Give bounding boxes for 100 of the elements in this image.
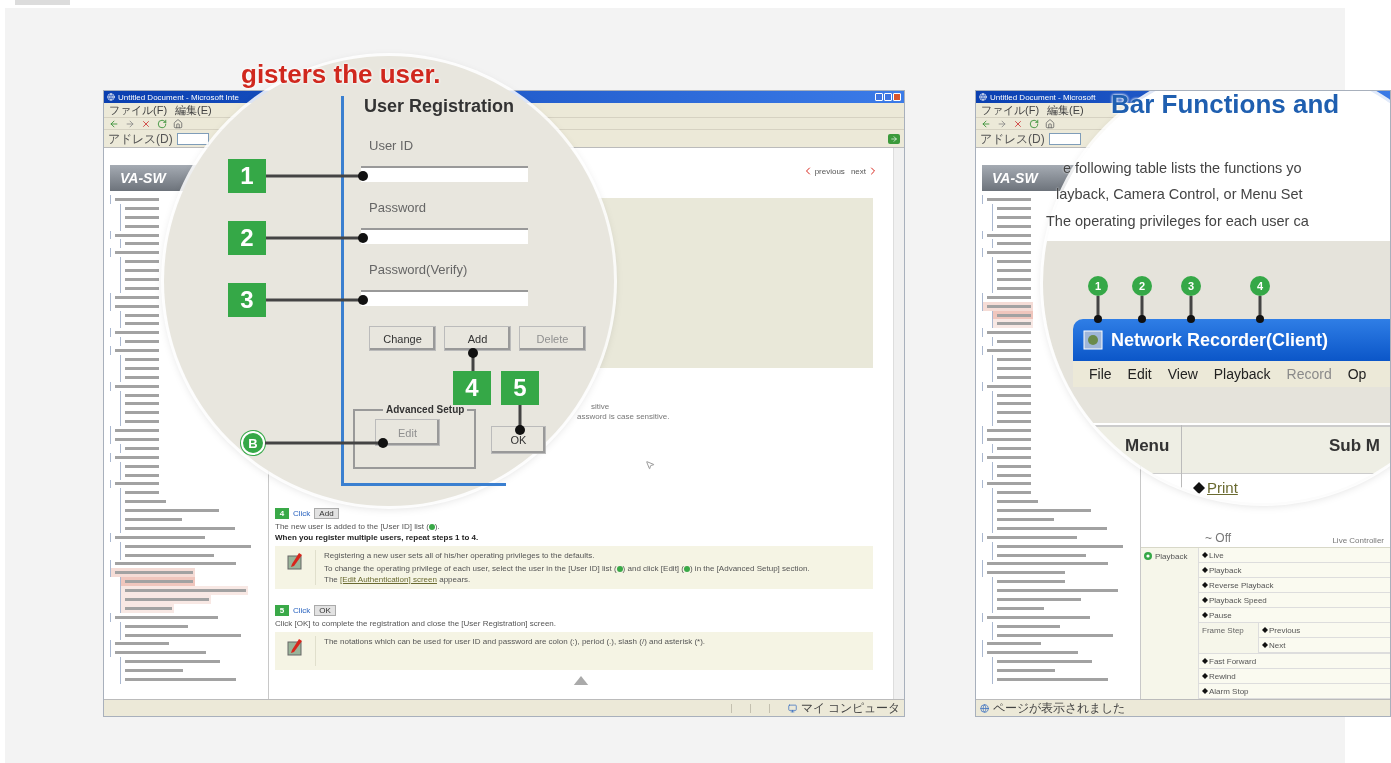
sidebar-item[interactable] (992, 390, 1033, 400)
sidebar-item[interactable] (992, 595, 1083, 604)
home-icon[interactable] (1045, 118, 1055, 129)
sidebar-item[interactable] (120, 443, 161, 453)
sidebar-item[interactable] (982, 230, 1033, 240)
sidebar-item[interactable] (110, 328, 161, 338)
sidebar-item[interactable] (992, 257, 1033, 267)
sidebar-item[interactable] (982, 381, 1033, 391)
sidebar-item[interactable] (120, 675, 238, 684)
sidebar-item[interactable] (982, 195, 1033, 204)
password-verify-field[interactable] (361, 290, 528, 306)
sidebar-item[interactable] (982, 426, 1033, 436)
sidebar-item[interactable] (120, 319, 161, 329)
sidebar-item[interactable] (992, 203, 1033, 213)
sidebar-item[interactable] (110, 452, 161, 462)
sidebar-item[interactable] (992, 541, 1125, 551)
sidebar-item[interactable] (110, 612, 220, 622)
sidebar-item[interactable] (982, 435, 1033, 444)
sidebar-item[interactable] (992, 443, 1033, 453)
sidebar-item[interactable] (992, 675, 1110, 684)
sidebar-item[interactable] (992, 515, 1056, 524)
menu-item[interactable]: File (1089, 366, 1112, 382)
sidebar-item[interactable] (992, 239, 1033, 249)
menu-item[interactable]: 編集(E) (1047, 103, 1084, 117)
menu-item[interactable]: View (1167, 366, 1198, 382)
sidebar-item[interactable] (120, 666, 185, 676)
sidebar-item[interactable] (120, 515, 184, 524)
sidebar-item[interactable] (992, 488, 1033, 498)
address-field[interactable] (1048, 132, 1081, 145)
sidebar-item[interactable] (120, 372, 161, 382)
sidebar-item[interactable] (120, 283, 161, 293)
sidebar-item[interactable] (992, 603, 1046, 613)
sidebar-item[interactable] (982, 568, 1067, 578)
dialog-button[interactable]: Change (369, 326, 436, 351)
sidebar-item[interactable] (992, 497, 1040, 507)
sidebar-item[interactable] (120, 310, 161, 320)
sidebar-item[interactable] (992, 310, 1033, 320)
go-button[interactable] (888, 133, 900, 144)
sidebar-item[interactable] (992, 657, 1094, 667)
menu-item[interactable]: Playback (1213, 366, 1271, 382)
sidebar-item[interactable] (982, 248, 1033, 258)
sidebar-item[interactable] (120, 203, 161, 213)
sidebar-item[interactable] (992, 372, 1033, 382)
sidebar-item[interactable] (982, 479, 1033, 489)
ok-button[interactable]: OK (491, 426, 546, 454)
sidebar-item[interactable] (120, 577, 195, 587)
sidebar-item[interactable] (992, 212, 1033, 222)
sidebar-item[interactable] (120, 417, 161, 427)
sidebar-item[interactable] (992, 355, 1033, 364)
sidebar-item[interactable] (120, 363, 161, 373)
sidebar-item[interactable] (110, 426, 161, 436)
sidebar-item[interactable] (110, 479, 161, 489)
sidebar-item[interactable] (982, 452, 1033, 462)
home-icon[interactable] (173, 118, 183, 129)
edit-authentication-link[interactable]: [Edit Authentication] screen (340, 575, 437, 584)
sidebar-item[interactable] (120, 399, 161, 409)
sidebar-item[interactable] (120, 461, 161, 471)
sidebar-item[interactable] (992, 266, 1033, 275)
sidebar-item[interactable] (992, 666, 1057, 676)
next-link[interactable]: next (850, 165, 879, 177)
sidebar-item[interactable] (992, 417, 1033, 427)
live-controller-link[interactable]: Live Controller (1332, 536, 1384, 545)
sidebar-item[interactable] (120, 595, 211, 604)
sidebar-item[interactable] (982, 301, 1033, 311)
sidebar-item[interactable] (120, 337, 161, 347)
sidebar-item[interactable] (992, 275, 1033, 284)
sidebar-item[interactable] (982, 292, 1033, 302)
forward-icon[interactable] (997, 118, 1007, 129)
sidebar-item[interactable] (110, 532, 207, 542)
sidebar-item[interactable] (992, 577, 1067, 587)
sidebar-item[interactable] (982, 559, 1110, 569)
menu-item[interactable]: 編集(E) (175, 103, 212, 117)
sidebar-item[interactable] (120, 488, 161, 498)
sidebar-item[interactable] (110, 248, 161, 258)
sidebar-item[interactable] (992, 221, 1033, 231)
sidebar-item[interactable] (110, 435, 161, 444)
sidebar-item[interactable] (120, 550, 216, 560)
sidebar-item[interactable] (992, 408, 1033, 418)
sidebar-item[interactable] (110, 568, 195, 578)
sidebar-item[interactable] (120, 257, 161, 267)
sidebar-item[interactable] (992, 399, 1033, 409)
sidebar-item[interactable] (120, 355, 161, 364)
sidebar-item[interactable] (992, 586, 1120, 596)
sidebar-item[interactable] (120, 497, 168, 507)
sidebar-item[interactable] (982, 532, 1079, 542)
print-link[interactable]: Print (1193, 479, 1238, 496)
sidebar-item[interactable] (120, 470, 161, 480)
sidebar-item[interactable] (992, 630, 1115, 640)
stop-icon[interactable] (141, 118, 151, 129)
sidebar-item[interactable] (120, 408, 161, 418)
sidebar-item[interactable] (120, 390, 161, 400)
sidebar-item[interactable] (992, 470, 1033, 480)
sidebar-item[interactable] (120, 221, 161, 231)
sidebar-item[interactable] (992, 319, 1033, 329)
sidebar-item[interactable] (120, 541, 253, 551)
sidebar-item[interactable] (982, 346, 1033, 356)
close-button[interactable] (893, 93, 901, 101)
back-icon[interactable] (981, 118, 991, 129)
sidebar-item[interactable] (120, 603, 174, 613)
sidebar-item[interactable] (992, 550, 1088, 560)
